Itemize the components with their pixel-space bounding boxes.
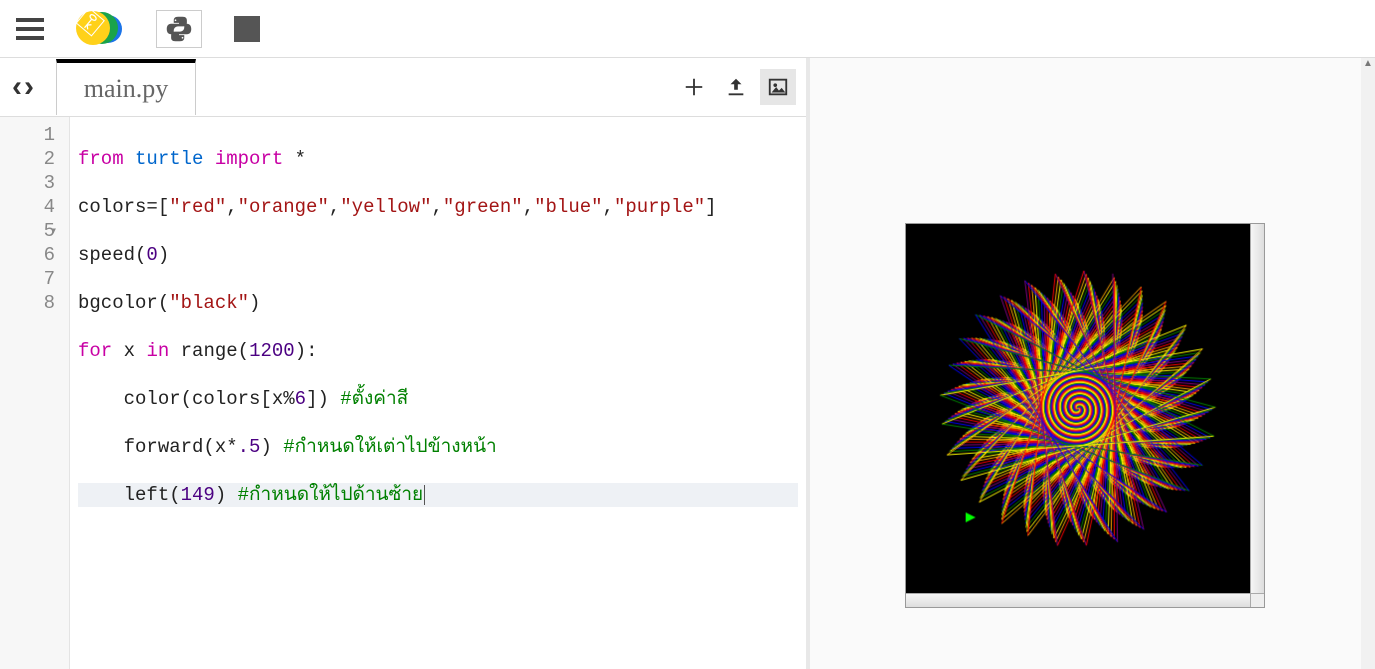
page-scrollbar[interactable]: ▲ [1361, 58, 1375, 669]
line-number: 1 [0, 123, 69, 147]
output-pane [810, 58, 1375, 669]
line-number: 7 [0, 267, 69, 291]
app-logo-icon[interactable]: ⚿ [76, 9, 124, 49]
tab-filename: main.py [84, 74, 169, 104]
upload-icon[interactable] [718, 69, 754, 105]
stop-icon[interactable] [234, 16, 260, 42]
line-number: 4 [0, 195, 69, 219]
file-tab[interactable]: main.py [56, 59, 196, 115]
line-number: 5 [0, 219, 69, 243]
line-number: 8 [0, 291, 69, 315]
code-content[interactable]: from turtle import * colors=["red","oran… [70, 117, 806, 669]
line-gutter: 1 2 3 4 5 6 7 8 [0, 117, 70, 669]
tab-bar: ‹ › main.py [0, 58, 806, 116]
top-toolbar: ⚿ [0, 0, 1375, 58]
editor-pane: ‹ › main.py 1 2 3 4 5 6 7 8 [0, 58, 810, 669]
output-hscroll[interactable] [906, 593, 1250, 607]
code-editor[interactable]: 1 2 3 4 5 6 7 8 from turtle import * col… [0, 116, 806, 669]
line-number: 6 [0, 243, 69, 267]
line-number: 2 [0, 147, 69, 171]
image-output-icon[interactable] [760, 69, 796, 105]
turtle-canvas [906, 224, 1250, 593]
main-area: ‹ › main.py 1 2 3 4 5 6 7 8 [0, 58, 1375, 669]
scroll-up-icon[interactable]: ▲ [1361, 58, 1375, 74]
turtle-window [905, 223, 1265, 608]
back-button[interactable]: ‹ [12, 72, 22, 102]
output-vscroll[interactable] [1250, 224, 1264, 593]
menu-icon[interactable] [16, 18, 44, 40]
forward-button[interactable]: › [24, 72, 34, 102]
output-scroll-corner [1250, 593, 1264, 607]
python-logo-icon[interactable] [156, 10, 202, 48]
line-number: 3 [0, 171, 69, 195]
add-file-icon[interactable] [676, 69, 712, 105]
